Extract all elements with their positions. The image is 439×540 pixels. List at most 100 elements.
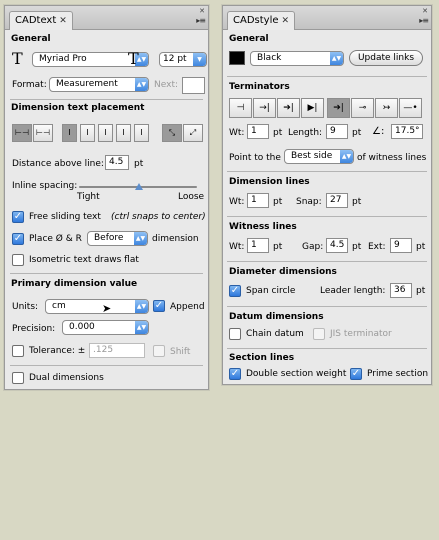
- witness-gap-unit: pt: [352, 242, 362, 252]
- update-links-button[interactable]: Update links: [349, 50, 423, 66]
- section-terminators: Terminators: [229, 82, 290, 92]
- color-swatch[interactable]: [229, 51, 245, 65]
- section-primary-dimension-value: Primary dimension value: [11, 279, 138, 289]
- terminator-length-unit: pt: [352, 128, 362, 138]
- precision-select[interactable]: 0.000 ▲▼: [62, 320, 149, 335]
- point-to-select[interactable]: Best side ▲▼: [284, 149, 354, 164]
- terminator-length-label: Length:: [288, 128, 323, 138]
- shift-label: Shift: [170, 347, 191, 357]
- prime-section-checkbox[interactable]: ✓: [350, 368, 362, 380]
- dimline-wt-label: Wt:: [229, 197, 245, 207]
- panel-close-icon[interactable]: ✕: [199, 7, 205, 15]
- dimline-snap-field[interactable]: 27: [326, 193, 348, 208]
- terminator-half-arrow-icon[interactable]: ↣: [375, 98, 398, 118]
- tab-cadtext[interactable]: CADtext ✕: [9, 11, 73, 30]
- tolerance-field[interactable]: .125: [89, 343, 145, 358]
- section-dimension-lines: Dimension lines: [229, 177, 310, 187]
- point-to-suffix: of witness lines: [357, 153, 427, 163]
- terminator-wt-field[interactable]: 1: [247, 124, 269, 139]
- dual-dimensions-checkbox[interactable]: [12, 372, 24, 384]
- divider: [227, 216, 427, 217]
- text-orient-3-icon[interactable]: I: [98, 124, 113, 142]
- place-diameter-value: Before: [94, 233, 124, 243]
- span-circle-label: Span circle: [246, 286, 296, 296]
- terminator-tick-icon[interactable]: ⊸: [351, 98, 374, 118]
- free-sliding-checkbox[interactable]: ✓: [12, 211, 24, 223]
- font-size-icon: T: [128, 49, 139, 68]
- free-sliding-note: (ctrl snaps to center): [111, 212, 206, 222]
- shift-checkbox[interactable]: [153, 345, 165, 357]
- text-orient-4-icon[interactable]: I: [116, 124, 131, 142]
- double-section-checkbox[interactable]: ✓: [229, 368, 241, 380]
- witness-gap-label: Gap:: [302, 242, 324, 252]
- divider: [10, 365, 203, 366]
- free-sliding-label: Free sliding text: [29, 212, 101, 222]
- font-size-value: 12 pt: [163, 54, 187, 64]
- precision-value: 0.000: [69, 322, 95, 332]
- chevron-down-icon: ▼: [193, 53, 206, 66]
- terminator-closed-arrow-icon[interactable]: ➔|: [277, 98, 300, 118]
- tab-cadstyle[interactable]: CADstyle ✕: [227, 11, 296, 30]
- place-diameter-checkbox[interactable]: ✓: [12, 233, 24, 245]
- text-orient-1-icon[interactable]: I: [62, 124, 77, 142]
- point-to-value: Best side: [291, 151, 333, 161]
- cadtext-panel: ✕ CADtext ✕ ▸≡ General T Myriad Pro ▲▼ T 1…: [4, 5, 209, 390]
- tab-close-icon[interactable]: ✕: [282, 16, 290, 26]
- tab-close-icon[interactable]: ✕: [59, 16, 67, 26]
- terminator-length-field[interactable]: 9: [326, 124, 348, 139]
- inline-spacing-label: Inline spacing:: [12, 181, 78, 191]
- font-size-select[interactable]: 12 pt ▼: [159, 52, 207, 67]
- text-above-icon[interactable]: ⊢⊣: [33, 124, 53, 142]
- style-color-value: Black: [257, 53, 282, 63]
- terminator-open-arrow-icon[interactable]: →|: [253, 98, 276, 118]
- terminator-filled-arrow-icon[interactable]: ▶|: [301, 98, 324, 118]
- witness-wt-field[interactable]: 1: [247, 238, 269, 253]
- distance-above-field[interactable]: 4.5: [105, 155, 129, 170]
- place-diameter-select[interactable]: Before ▲▼: [87, 231, 148, 246]
- chain-datum-checkbox[interactable]: [229, 328, 241, 340]
- span-circle-checkbox[interactable]: ✓: [229, 285, 241, 297]
- panel-close-icon[interactable]: ✕: [422, 7, 428, 15]
- leader-length-label: Leader length:: [320, 286, 386, 296]
- leader-length-field[interactable]: 36: [390, 283, 412, 298]
- panel-menu-icon[interactable]: ▸≡: [419, 16, 429, 25]
- text-inline-icon[interactable]: ⊢⊣: [12, 124, 32, 142]
- append-checkbox[interactable]: ✓: [153, 300, 165, 312]
- witness-wt-label: Wt:: [229, 242, 245, 252]
- angle-icon: ∠:: [372, 126, 385, 137]
- text-angled-icon[interactable]: ⤡: [162, 124, 182, 142]
- style-color-select[interactable]: Black ▲▼: [250, 51, 344, 66]
- panel-menu-icon[interactable]: ▸≡: [196, 16, 206, 25]
- witness-gap-field[interactable]: 4.5: [326, 238, 348, 253]
- format-value: Measurement: [56, 79, 118, 89]
- format-select[interactable]: Measurement ▲▼: [49, 77, 149, 92]
- jis-terminator-checkbox[interactable]: [313, 328, 325, 340]
- divider: [227, 348, 427, 349]
- witness-ext-field[interactable]: 9: [390, 238, 412, 253]
- inline-spacing-thumb[interactable]: [135, 183, 143, 190]
- terminator-dot-icon[interactable]: —•: [399, 98, 422, 118]
- tolerance-checkbox[interactable]: [12, 345, 24, 357]
- units-select[interactable]: cm ▲▼: [45, 299, 149, 314]
- divider: [227, 76, 427, 77]
- terminator-angle-field[interactable]: 17.5°: [391, 124, 423, 139]
- dual-dimensions-label: Dual dimensions: [29, 373, 104, 383]
- text-orient-2-icon[interactable]: I: [80, 124, 95, 142]
- section-general: General: [11, 34, 51, 44]
- witness-ext-unit: pt: [416, 242, 426, 252]
- append-label: Append: [170, 302, 205, 312]
- divider: [227, 261, 427, 262]
- point-to-label: Point to the: [229, 153, 281, 163]
- isometric-checkbox[interactable]: [12, 254, 24, 266]
- distance-above-label: Distance above line:: [12, 159, 104, 169]
- next-field[interactable]: [182, 77, 205, 94]
- terminator-selected-arrow-icon[interactable]: ➔|: [327, 98, 350, 118]
- terminator-bar-icon[interactable]: ⊣: [229, 98, 252, 118]
- text-angled-alt-icon[interactable]: ⤢: [183, 124, 203, 142]
- chevron-down-icon: ▲▼: [135, 300, 148, 313]
- dimline-wt-field[interactable]: 1: [247, 193, 269, 208]
- text-orient-5-icon[interactable]: I: [134, 124, 149, 142]
- chevron-down-icon: ▲▼: [134, 232, 147, 245]
- font-family-icon: T: [12, 49, 23, 68]
- leader-length-unit: pt: [416, 286, 426, 296]
